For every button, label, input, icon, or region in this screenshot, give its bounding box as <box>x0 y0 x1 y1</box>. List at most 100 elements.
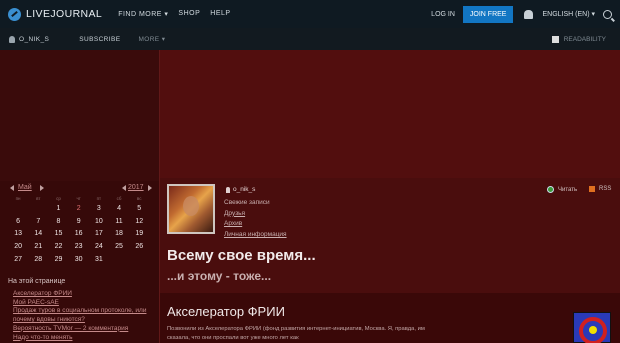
weekday-label: сб <box>116 196 122 201</box>
more-menu[interactable]: MORE ▾ <box>138 35 165 43</box>
calendar-day[interactable]: 25 <box>109 243 129 250</box>
on-this-page-heading: На этой странице <box>8 278 66 285</box>
calendar-day[interactable]: 12 <box>129 218 149 225</box>
calendar-day[interactable]: 7 <box>28 218 48 225</box>
calendar-day[interactable]: 1 <box>48 205 68 212</box>
calendar-day[interactable]: 30 <box>69 256 89 263</box>
calendar-day[interactable]: 19 <box>129 230 149 237</box>
calendar-day[interactable]: 16 <box>69 230 89 237</box>
calendar-day[interactable]: 3 <box>89 205 109 212</box>
post-body: Позвонили из Акселератора ФРИИ (фонд раз… <box>167 326 425 341</box>
rss-icon <box>589 186 595 192</box>
login-link[interactable]: LOG IN <box>431 11 455 18</box>
weekday-label: пт <box>96 196 102 201</box>
friends-link[interactable]: Друзья <box>224 209 287 220</box>
left-sidebar-header <box>0 50 160 181</box>
calendar-day[interactable]: 11 <box>109 218 129 225</box>
on-this-page-link[interactable]: Продаж туров в социальном протоколе, или <box>13 307 158 316</box>
weekday-label: вс <box>136 196 142 201</box>
calendar-week: 20 21 22 23 24 25 26 <box>8 240 156 253</box>
calendar-header: Май 2017 <box>8 184 152 194</box>
readability-checkbox[interactable] <box>551 35 559 43</box>
calendar-day[interactable]: 22 <box>48 243 68 250</box>
journal-owner[interactable]: O_NIK_S <box>9 35 50 43</box>
calendar-day[interactable]: 17 <box>89 230 109 237</box>
bell-icon[interactable] <box>524 9 534 19</box>
calendar-day[interactable]: 4 <box>109 205 129 212</box>
calendar-day[interactable]: 10 <box>89 218 109 225</box>
calendar-day[interactable]: 18 <box>109 230 129 237</box>
on-this-page-link[interactable]: почему вдовы гниются? <box>13 316 158 325</box>
calendar-day[interactable]: 5 <box>129 205 149 212</box>
journal-header-banner <box>160 50 620 178</box>
calendar-day[interactable]: 14 <box>28 230 48 237</box>
calendar-day[interactable]: 6 <box>8 218 28 225</box>
on-this-page-link[interactable]: Вероятность TVMor — 2 комментария <box>13 325 158 334</box>
journal-subbar: O_NIK_S SUBSCRIBE MORE ▾ READABILITY <box>0 28 620 50</box>
prev-month-icon[interactable] <box>10 185 14 191</box>
profile-links: Свежие записи Друзья Архив Личная информ… <box>224 198 287 241</box>
on-this-page-link[interactable]: Мой РАЕС-sAE <box>13 299 158 308</box>
next-month-icon[interactable] <box>40 185 44 191</box>
weekday-label: вт <box>36 196 41 201</box>
site-badge-icon[interactable] <box>573 312 611 343</box>
calendar-day[interactable]: 2 <box>69 205 89 212</box>
weekday-label: чт <box>76 196 81 201</box>
next-year-icon[interactable] <box>148 185 152 191</box>
calendar-weekdays: пн вт ср чт пт сб вс <box>8 195 156 202</box>
profile-username[interactable]: o_nik_s <box>226 186 255 193</box>
language-selector[interactable]: ENGLISH (EN) ▾ <box>542 10 595 18</box>
calendar-day[interactable]: 23 <box>69 243 89 250</box>
post-title[interactable]: Акселератор ФРИИ <box>167 304 285 319</box>
calendar-day[interactable]: 9 <box>69 218 89 225</box>
on-this-page-link[interactable]: Надо что-то менять <box>13 334 158 343</box>
calendar-day[interactable]: 20 <box>8 243 28 250</box>
archive-link[interactable]: Архив <box>224 219 287 230</box>
recent-entries-link[interactable]: Свежие записи <box>224 198 287 209</box>
calendar-day[interactable]: 27 <box>8 256 28 263</box>
weekday-label: ср <box>56 196 61 201</box>
calendar-week: 1 2 3 4 5 <box>8 202 156 215</box>
calendar-week: 27 28 29 30 31 <box>8 253 156 266</box>
calendar-month[interactable]: Май <box>18 184 32 191</box>
on-this-page-list: Акселератор ФРИИ Мой РАЕС-sAE Продаж тур… <box>13 290 158 342</box>
calendar-day[interactable]: 28 <box>28 256 48 263</box>
user-icon <box>9 35 15 43</box>
userpic-avatar[interactable] <box>167 184 215 234</box>
calendar-day[interactable]: 13 <box>8 230 28 237</box>
readability-toggle[interactable]: READABILITY <box>551 28 606 50</box>
weekday-label: пн <box>15 196 21 201</box>
journal-title: Всему свое время... <box>167 247 316 264</box>
prev-year-icon[interactable] <box>122 185 126 191</box>
calendar-day[interactable]: 24 <box>89 243 109 250</box>
calendar-week: 6 7 8 9 10 11 12 <box>8 215 156 228</box>
top-navigation-bar: LIVEJOURNAL FIND MORE ▾ SHOP HELP LOG IN… <box>0 0 620 28</box>
nav-find-more[interactable]: FIND MORE ▾ <box>118 10 168 18</box>
user-icon <box>226 186 230 193</box>
journal-owner-name: O_NIK_S <box>19 35 50 43</box>
nav-shop[interactable]: SHOP <box>178 10 200 18</box>
logo-text: LIVEJOURNAL <box>26 8 103 20</box>
rss-link[interactable]: RSS <box>589 186 611 192</box>
join-free-button[interactable]: JOIN FREE <box>462 5 514 23</box>
calendar-day[interactable]: 29 <box>48 256 68 263</box>
calendar-year[interactable]: 2017 <box>128 184 144 191</box>
calendar-day[interactable]: 21 <box>28 243 48 250</box>
calendar-grid: пн вт ср чт пт сб вс 1 2 3 4 5 6 7 8 9 1… <box>8 195 156 265</box>
nav-help[interactable]: HELP <box>210 10 230 18</box>
search-icon[interactable] <box>603 9 612 19</box>
calendar-day[interactable]: 26 <box>129 243 149 250</box>
main-nav: FIND MORE ▾ SHOP HELP <box>118 10 230 18</box>
follow-button[interactable]: Читать <box>547 186 577 193</box>
profile-info-link[interactable]: Личная информация <box>224 230 287 241</box>
pen-icon <box>8 7 21 21</box>
follow-label: Читать <box>558 186 578 193</box>
calendar-day[interactable]: 31 <box>89 256 109 263</box>
readability-label: READABILITY <box>563 35 606 43</box>
calendar-day[interactable]: 8 <box>48 218 68 225</box>
calendar-day[interactable]: 15 <box>48 230 68 237</box>
subscribe-button[interactable]: SUBSCRIBE <box>79 36 120 43</box>
on-this-page-link[interactable]: Акселератор ФРИИ <box>13 290 158 299</box>
journal-subtitle: ...и этому - тоже... <box>167 269 272 283</box>
livejournal-logo[interactable]: LIVEJOURNAL <box>8 7 103 21</box>
